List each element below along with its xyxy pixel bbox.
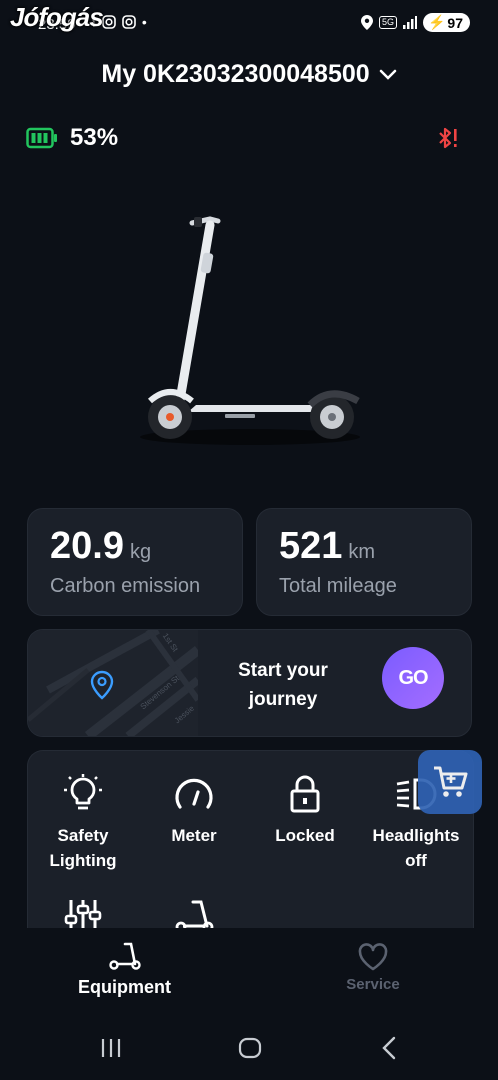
sliders-icon [64, 900, 102, 929]
battery-percent: 53% [70, 124, 119, 151]
bottom-nav: Equipment Service [0, 928, 498, 1018]
bulb-icon [64, 774, 102, 810]
recent-apps-icon[interactable] [100, 1038, 122, 1058]
chevron-down-icon [379, 70, 396, 81]
instagram-icon [102, 15, 116, 29]
carbon-emission-unit: kg [129, 541, 152, 563]
total-mileage-label: Total mileage [279, 575, 397, 597]
feature-label: off [405, 851, 427, 870]
start-journey-text: Start your journey [238, 660, 328, 710]
back-icon[interactable] [380, 1036, 398, 1060]
heart-icon [358, 943, 388, 971]
instagram-icon [122, 15, 136, 29]
location-pin-icon [90, 670, 114, 700]
scooter-icon [175, 900, 214, 929]
network-badge: 5G [378, 16, 397, 29]
battery-icon [26, 127, 57, 149]
settings-sliders-button[interactable] [28, 891, 138, 929]
gauge-icon [175, 778, 213, 809]
feature-label: Headlights [372, 826, 460, 845]
nav-equipment-label: Equipment [78, 977, 171, 997]
nav-service-label: Service [346, 976, 400, 993]
cart-icon [434, 766, 468, 797]
nav-service[interactable]: Service [313, 942, 433, 993]
scooter-image [140, 216, 360, 445]
home-icon[interactable] [238, 1037, 262, 1059]
cart-button[interactable] [418, 750, 482, 814]
carbon-emission-label: Carbon emission [50, 575, 201, 597]
total-mileage-unit: km [348, 541, 376, 563]
go-button[interactable]: GO [382, 647, 444, 709]
total-mileage-value: 521 [279, 525, 343, 567]
device-selector[interactable]: My 0K23032300048500 [0, 60, 498, 89]
bluetooth-warning-icon[interactable] [436, 126, 460, 155]
device-title: My 0K23032300048500 [101, 60, 370, 88]
feature-label: Meter [171, 826, 217, 845]
nav-equipment[interactable]: Equipment [62, 940, 187, 998]
feature-label: Lighting [49, 851, 117, 870]
scooter-mode-button[interactable] [139, 891, 249, 929]
system-nav-bar [0, 1018, 498, 1080]
battery-status: 53% [26, 124, 118, 152]
signal-icon [402, 16, 417, 29]
mini-map: 1st St Stevenson St Jessie [28, 630, 198, 736]
feature-label: Safety [57, 826, 109, 845]
carbon-emission-value: 20.9 [50, 525, 124, 567]
start-journey-card[interactable]: 1st St Stevenson St Jessie Start your jo… [27, 629, 472, 737]
meter-button[interactable]: Meter [139, 769, 249, 848]
status-right: 5G ⚡ 97 [360, 13, 470, 32]
features-panel: Safety Lighting Meter Locked Headlights … [27, 750, 474, 929]
safety-lighting-button[interactable]: Safety Lighting [28, 769, 138, 873]
carbon-emission-card: 20.9 kg Carbon emission [27, 508, 243, 616]
lock-button[interactable]: Locked [250, 769, 360, 848]
lock-icon [290, 775, 320, 813]
charging-icon: ⚡ [427, 14, 446, 30]
total-mileage-card: 521 km Total mileage [256, 508, 472, 616]
status-battery: ⚡ 97 [422, 13, 470, 32]
dot-icon: • [141, 14, 147, 30]
feature-label: Locked [275, 826, 335, 845]
watermark-logo: Jófogás [10, 2, 104, 32]
scooter-icon [108, 942, 141, 970]
location-icon [360, 15, 373, 30]
